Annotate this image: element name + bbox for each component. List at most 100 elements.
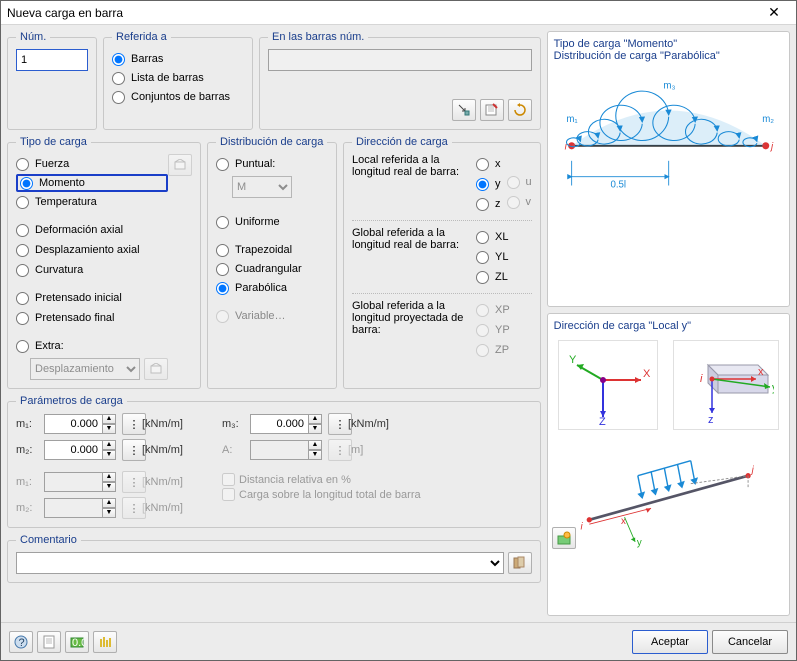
- num-input[interactable]: [16, 49, 88, 71]
- unit-m1: [kNm/m]: [142, 418, 192, 430]
- svg-text:y: y: [772, 382, 774, 394]
- svg-text:Y: Y: [569, 354, 577, 366]
- legend-tipo: Tipo de carga: [16, 136, 91, 148]
- group-comentario: Comentario: [7, 534, 541, 583]
- extra-edit-icon[interactable]: [144, 358, 168, 380]
- radio-momento[interactable]: Momento: [20, 174, 85, 192]
- radio-dir-yp: YP: [476, 321, 510, 339]
- units-icon[interactable]: 0.00: [65, 631, 89, 653]
- comment-library-icon[interactable]: [508, 552, 532, 574]
- label-conjuntos: Conjuntos de barras: [131, 91, 230, 103]
- radio-dir-xl[interactable]: XL: [476, 228, 508, 246]
- label-yp: YP: [495, 324, 510, 336]
- input-m2[interactable]: ▲▼: [44, 440, 122, 460]
- label-preten-ini: Pretensado inicial: [35, 292, 122, 304]
- radio-desplazamiento[interactable]: Desplazamiento axial: [16, 241, 168, 259]
- comment-select[interactable]: [16, 552, 504, 574]
- chk-tot-label: Carga sobre la longitud total de barra: [239, 489, 421, 501]
- radio-preten-fin[interactable]: Pretensado final: [16, 309, 168, 327]
- radio-trapezoidal[interactable]: Trapezoidal: [216, 241, 328, 259]
- preview-settings-icon[interactable]: [552, 527, 576, 549]
- label-trapezoidal: Trapezoidal: [235, 244, 292, 256]
- label-momento: Momento: [39, 177, 85, 189]
- svg-text:m₂: m₂: [762, 114, 774, 125]
- radio-dir-x[interactable]: x: [476, 155, 501, 173]
- svg-text:0.5l: 0.5l: [610, 179, 626, 190]
- unit-A: [m]: [348, 444, 398, 456]
- tipo-edit-icon[interactable]: [168, 154, 192, 176]
- label-parabolica: Parabólica: [235, 282, 287, 294]
- radio-uniforme[interactable]: Uniforme: [216, 213, 328, 231]
- legend-param: Parámetros de carga: [16, 395, 127, 407]
- svg-text:X: X: [643, 368, 651, 380]
- radio-dir-z[interactable]: z: [476, 195, 501, 213]
- radio-puntual[interactable]: Puntual:: [216, 155, 328, 173]
- radio-extra[interactable]: Extra:: [16, 337, 168, 355]
- puntual-select[interactable]: M: [232, 176, 292, 198]
- preview-title2: Distribución de carga "Parabólica": [554, 50, 783, 62]
- axes-global: X Y Z: [558, 340, 658, 430]
- label-cuadrangular: Cuadrangular: [235, 263, 302, 275]
- radio-preten-ini[interactable]: Pretensado inicial: [16, 289, 168, 307]
- dir-global-real-label: Global referida a la longitud real de ba…: [352, 227, 470, 287]
- label-m2: m₂:: [16, 444, 44, 456]
- group-barras-num: En las barras núm.: [259, 31, 541, 130]
- input-m1[interactable]: ▲▼: [44, 414, 122, 434]
- radio-dir-y[interactable]: y: [476, 175, 501, 193]
- axes-local: i x y z: [673, 340, 779, 430]
- radio-variable: Variable…: [216, 307, 328, 325]
- svg-text:z: z: [708, 414, 714, 425]
- group-direccion: Dirección de carga Local referida a la l…: [343, 136, 541, 389]
- help-icon[interactable]: ?: [9, 631, 33, 653]
- label-yl: YL: [495, 251, 508, 263]
- m2b-stepper-icon: ⋮: [122, 497, 146, 519]
- dir-local-label: Local referida a la longitud real de bar…: [352, 154, 470, 214]
- cancelar-button[interactable]: Cancelar: [712, 630, 788, 654]
- radio-parabolica[interactable]: Parabólica: [216, 279, 328, 297]
- legend-comentario: Comentario: [16, 534, 81, 546]
- svg-text:j: j: [769, 141, 774, 152]
- preview-tipo: Tipo de carga "Momento" Distribución de …: [547, 31, 790, 307]
- aceptar-button[interactable]: Aceptar: [632, 630, 708, 654]
- close-icon[interactable]: ✕: [758, 4, 790, 21]
- notes-icon[interactable]: [37, 631, 61, 653]
- preview-tipo-svg: i j m₁ m₂: [554, 62, 783, 212]
- input-m2b: ▲▼: [44, 498, 122, 518]
- refresh-icon[interactable]: [508, 99, 532, 121]
- svg-text:i: i: [580, 522, 583, 533]
- radio-fuerza[interactable]: Fuerza: [16, 155, 168, 173]
- radio-barras[interactable]: Barras: [112, 50, 244, 68]
- radio-curvatura[interactable]: Curvatura: [16, 261, 168, 279]
- svg-text:m₁: m₁: [566, 114, 578, 125]
- label-temperatura: Temperatura: [35, 196, 97, 208]
- bars-input[interactable]: [268, 49, 532, 71]
- radio-temperatura[interactable]: Temperatura: [16, 193, 168, 211]
- svg-text:x: x: [758, 366, 764, 378]
- label-fuerza: Fuerza: [35, 158, 69, 170]
- unit-m2b: [kNm/m]: [142, 502, 192, 514]
- unit-m3: [kNm/m]: [348, 418, 398, 430]
- preview-load-svg: i j x y: [554, 436, 783, 551]
- label-barras: Barras: [131, 53, 163, 65]
- label-x: x: [495, 158, 501, 170]
- radio-deformacion[interactable]: Deformación axial: [16, 221, 168, 239]
- radio-lista-barras[interactable]: Lista de barras: [112, 69, 244, 87]
- radio-dir-yl[interactable]: YL: [476, 248, 508, 266]
- pick-member-icon[interactable]: [452, 99, 476, 121]
- load-pattern-icon[interactable]: [93, 631, 117, 653]
- legend-barras: En las barras núm.: [268, 31, 368, 43]
- group-referida: Referida a Barras Lista de barras Conjun…: [103, 31, 253, 130]
- pick-list-icon[interactable]: [480, 99, 504, 121]
- radio-dir-zl[interactable]: ZL: [476, 268, 508, 286]
- radio-dir-v: v: [507, 193, 532, 211]
- label-m1: m₁:: [16, 418, 44, 430]
- label-zl: ZL: [495, 271, 508, 283]
- svg-text:Z: Z: [599, 416, 606, 425]
- dir-global-proj-label: Global referida a la longitud proyectada…: [352, 300, 470, 360]
- group-num: Núm.: [7, 31, 97, 130]
- input-m3[interactable]: ▲▼: [250, 414, 328, 434]
- radio-cuadrangular[interactable]: Cuadrangular: [216, 260, 328, 278]
- radio-conjuntos[interactable]: Conjuntos de barras: [112, 88, 244, 106]
- extra-select[interactable]: Desplazamiento: [30, 358, 140, 380]
- label-zp: ZP: [495, 344, 509, 356]
